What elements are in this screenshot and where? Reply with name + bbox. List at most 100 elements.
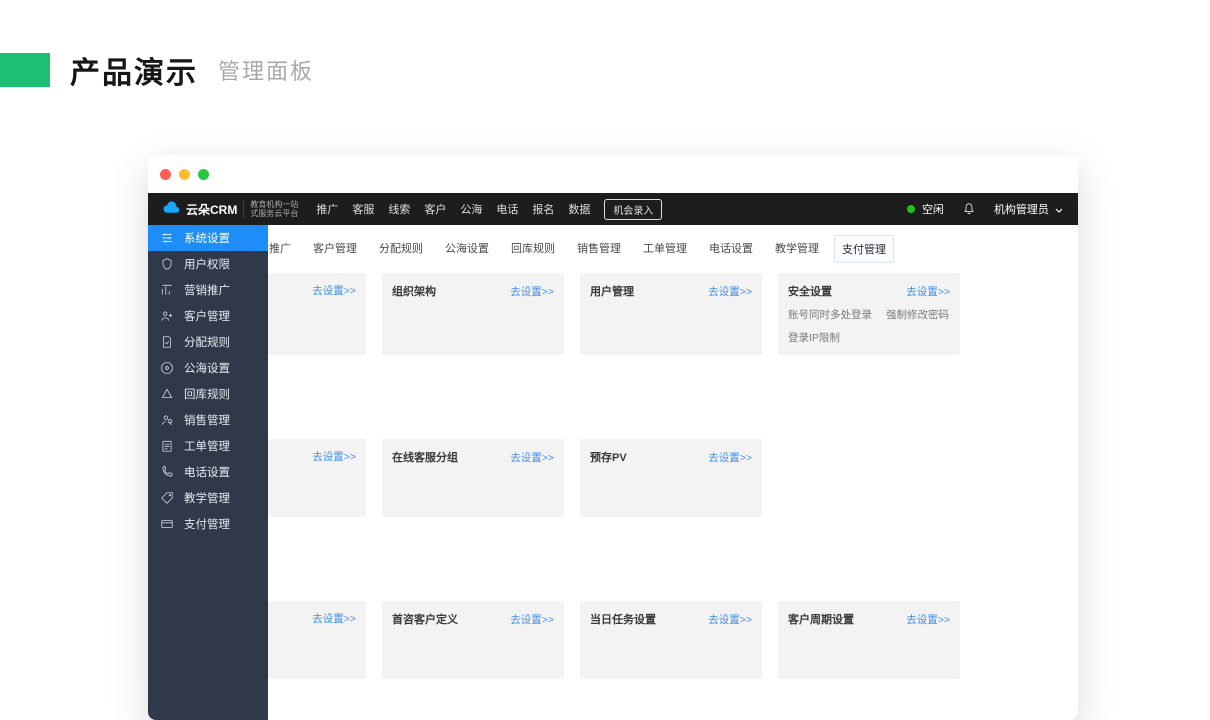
bell-icon[interactable] xyxy=(962,202,976,216)
go-settings-link[interactable]: 去设置>> xyxy=(708,612,752,627)
section-tab[interactable]: 分配规则 xyxy=(372,235,430,263)
settings-sliders-icon xyxy=(160,231,174,245)
chevron-down-icon xyxy=(1054,205,1064,215)
go-settings-link[interactable]: 去设置>> xyxy=(510,450,554,465)
triangle-cycle-icon xyxy=(160,387,174,401)
card-sub-link[interactable]: 强制修改密码 xyxy=(886,307,949,322)
sidebar-item-ticket-manage[interactable]: 工单管理 xyxy=(148,433,268,459)
topnav-item[interactable]: 公海 xyxy=(460,201,482,217)
sidebar-item-payment-manage[interactable]: 支付管理 xyxy=(148,511,268,537)
phone-icon xyxy=(160,465,174,479)
topnav-item[interactable]: 报名 xyxy=(532,201,554,217)
octagon-gear-icon xyxy=(160,361,174,375)
card-row: 去设置>> 首咨客户定义 去设置>> 当日任务设置 去设置>> xyxy=(268,601,1064,679)
sidebar-item-teaching-manage[interactable]: 教学管理 xyxy=(148,485,268,511)
section-tabs: 推广 客户管理 分配规则 公海设置 回库规则 销售管理 工单管理 电话设置 教学… xyxy=(268,225,1064,273)
clipboard-icon xyxy=(160,439,174,453)
card-sections: 去设置>> 组织架构 去设置>> 用户管理 去设置>> xyxy=(268,273,1064,679)
app-logo: 云朵CRM 教育机构一站式服务云平台 xyxy=(162,200,298,218)
sidebar-item-system-settings[interactable]: 系统设置 xyxy=(148,225,268,251)
card-title: 预存PV xyxy=(590,449,627,465)
minimize-icon[interactable] xyxy=(179,169,190,180)
card-sub-link[interactable]: 登录IP限制 xyxy=(788,330,840,345)
section-tab[interactable]: 支付管理 xyxy=(834,235,894,263)
sidebar-item-phone-settings[interactable]: 电话设置 xyxy=(148,459,268,485)
status-dot-icon xyxy=(907,205,915,213)
card-sub-link[interactable]: 账号同时多处登录 xyxy=(788,307,872,322)
go-settings-link[interactable]: 去设置>> xyxy=(906,284,950,299)
sidebar-item-label: 公海设置 xyxy=(184,360,230,376)
go-settings-link[interactable]: 去设置>> xyxy=(708,450,752,465)
go-settings-link[interactable]: 去设置>> xyxy=(708,284,752,299)
sidebar-item-customer-manage[interactable]: 客户管理 xyxy=(148,303,268,329)
go-settings-link[interactable]: 去设置>> xyxy=(312,283,356,298)
section-tab[interactable]: 工单管理 xyxy=(636,235,694,263)
slide-title: 产品演示 xyxy=(70,48,198,92)
sidebar-item-label: 客户管理 xyxy=(184,308,230,324)
sidebar-item-label: 营销推广 xyxy=(184,282,230,298)
logo-name: 云朵CRM xyxy=(186,201,237,218)
sidebar-item-assign-rule[interactable]: 分配规则 xyxy=(148,329,268,355)
fullscreen-icon[interactable] xyxy=(198,169,209,180)
section-tab[interactable]: 公海设置 xyxy=(438,235,496,263)
section-tab[interactable]: 电话设置 xyxy=(702,235,760,263)
status-label: 空闲 xyxy=(922,204,944,216)
card-title: 首咨客户定义 xyxy=(392,611,458,627)
app-body: 系统设置 用户权限 营销推广 客户管理 分配规则 公海设置 xyxy=(148,225,1078,720)
sidebar-item-label: 系统设置 xyxy=(184,230,230,246)
document-check-icon xyxy=(160,335,174,349)
tag-icon xyxy=(160,491,174,505)
close-icon[interactable] xyxy=(160,169,171,180)
window-controls xyxy=(148,155,1078,193)
sidebar-item-sales-manage[interactable]: 销售管理 xyxy=(148,407,268,433)
section-tab[interactable]: 推广 xyxy=(268,235,298,263)
chart-up-icon xyxy=(160,283,174,297)
settings-card-security: 安全设置 去设置>> 账号同时多处登录 强制修改密码 登录IP限制 xyxy=(778,273,960,355)
settings-card: 去设置>> xyxy=(268,273,366,355)
logo-tagline: 教育机构一站式服务云平台 xyxy=(243,200,298,218)
section-tab[interactable]: 客户管理 xyxy=(306,235,364,263)
card-sub-links: 账号同时多处登录 强制修改密码 登录IP限制 xyxy=(788,307,950,345)
card-title: 在线客服分组 xyxy=(392,449,458,465)
topnav-item[interactable]: 线索 xyxy=(388,201,410,217)
sidebar-item-label: 销售管理 xyxy=(184,412,230,428)
card-title: 组织架构 xyxy=(392,283,436,299)
settings-card: 去设置>> xyxy=(268,601,366,679)
sidebar-item-label: 工单管理 xyxy=(184,438,230,454)
go-settings-link[interactable]: 去设置>> xyxy=(312,449,356,464)
section-tab[interactable]: 教学管理 xyxy=(768,235,826,263)
go-settings-link[interactable]: 去设置>> xyxy=(906,612,950,627)
go-settings-link[interactable]: 去设置>> xyxy=(510,612,554,627)
sidebar-item-label: 支付管理 xyxy=(184,516,230,532)
section-tab[interactable]: 销售管理 xyxy=(570,235,628,263)
topnav-item[interactable]: 数据 xyxy=(568,201,590,217)
card-title: 当日任务设置 xyxy=(590,611,656,627)
sidebar-item-return-rule[interactable]: 回库规则 xyxy=(148,381,268,407)
sidebar-item-public-sea[interactable]: 公海设置 xyxy=(148,355,268,381)
sidebar-item-label: 用户权限 xyxy=(184,256,230,272)
record-opportunity-button[interactable]: 机会录入 xyxy=(604,199,662,220)
go-settings-link[interactable]: 去设置>> xyxy=(312,611,356,626)
topnav-item[interactable]: 电话 xyxy=(496,201,518,217)
topnav-item[interactable]: 推广 xyxy=(316,201,338,217)
slide-heading: 产品演示 管理面板 xyxy=(0,48,314,92)
card-title: 安全设置 xyxy=(788,283,832,299)
sidebar-item-label: 分配规则 xyxy=(184,334,230,350)
slide-subtitle: 管理面板 xyxy=(218,54,314,86)
topnav-item[interactable]: 客服 xyxy=(352,201,374,217)
topbar-right: 空闲 机构管理员 xyxy=(907,201,1064,217)
cloud-logo-icon xyxy=(162,200,180,218)
sidebar-item-user-permission[interactable]: 用户权限 xyxy=(148,251,268,277)
status-indicator: 空闲 xyxy=(907,201,944,217)
user-search-icon xyxy=(160,413,174,427)
section-tab[interactable]: 回库规则 xyxy=(504,235,562,263)
sidebar-item-marketing[interactable]: 营销推广 xyxy=(148,277,268,303)
accent-block xyxy=(0,53,50,87)
user-menu[interactable]: 机构管理员 xyxy=(994,201,1064,217)
settings-card-cs-group: 在线客服分组 去设置>> xyxy=(382,439,564,517)
topnav-item[interactable]: 客户 xyxy=(424,201,446,217)
top-nav: 推广 客服 线索 客户 公海 电话 报名 数据 机会录入 xyxy=(316,199,662,220)
settings-card-user: 用户管理 去设置>> xyxy=(580,273,762,355)
settings-card-first-consult: 首咨客户定义 去设置>> xyxy=(382,601,564,679)
go-settings-link[interactable]: 去设置>> xyxy=(510,284,554,299)
